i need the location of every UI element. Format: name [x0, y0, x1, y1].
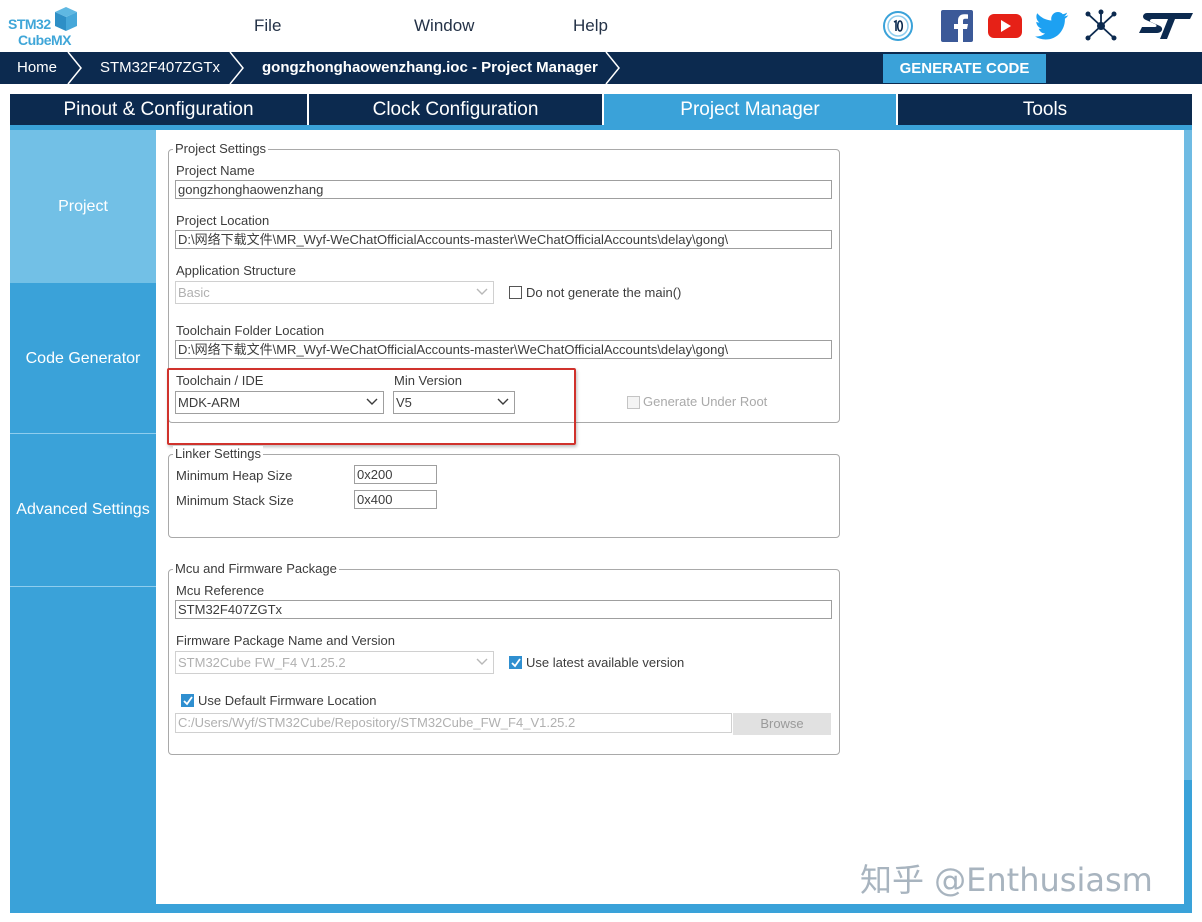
facebook-icon[interactable] — [940, 8, 974, 44]
project-name-label: Project Name — [176, 163, 255, 178]
no-main-checkbox[interactable] — [509, 286, 522, 299]
stack-size-label: Minimum Stack Size — [176, 493, 294, 508]
no-main-label: Do not generate the main() — [526, 285, 682, 300]
toolchain-folder-field[interactable]: D:\网络下载文件\MR_Wyf-WeChatOfficialAccounts-… — [175, 340, 832, 359]
tab-tools[interactable]: Tools — [898, 94, 1192, 125]
project-location-label: Project Location — [176, 213, 270, 228]
breadcrumb-project[interactable]: gongzhonghaowenzhang.ioc - Project Manag… — [262, 52, 598, 84]
network-icon[interactable] — [1083, 8, 1119, 44]
browse-button[interactable]: Browse — [733, 713, 831, 735]
highlight-annotation — [167, 368, 576, 445]
tab-clock-configuration[interactable]: Clock Configuration — [309, 94, 602, 125]
chevron-right-icon — [605, 52, 620, 84]
top-bar: STM32 CubeMX File Window Help — [0, 0, 1202, 52]
stm32cubemx-window: STM32 CubeMX File Window Help Home STM32… — [0, 0, 1202, 922]
chevron-down-icon — [476, 288, 488, 295]
check-icon — [183, 696, 193, 706]
use-default-location-checkbox[interactable] — [181, 694, 194, 707]
linker-settings-legend: Linker Settings — [173, 446, 263, 461]
breadcrumb-home[interactable]: Home — [17, 52, 57, 84]
firmware-package-select[interactable]: STM32Cube FW_F4 V1.25.2 — [175, 651, 494, 674]
stack-size-field[interactable]: 0x400 — [354, 490, 437, 509]
generate-code-button[interactable]: GENERATE CODE — [883, 54, 1046, 83]
sidebar: Project Code Generator Advanced Settings — [10, 130, 156, 904]
app-structure-value: Basic — [178, 285, 210, 300]
app-structure-select[interactable]: Basic — [175, 281, 494, 304]
generate-under-root-checkbox[interactable] — [627, 396, 640, 409]
anniversary-badge-icon[interactable] — [880, 8, 916, 44]
sidebar-item-advanced-settings[interactable]: Advanced Settings — [10, 434, 156, 586]
firmware-package-value: STM32Cube FW_F4 V1.25.2 — [178, 655, 346, 670]
chevron-down-icon — [476, 658, 488, 665]
tab-pinout-configuration[interactable]: Pinout & Configuration — [10, 94, 307, 125]
menu-file[interactable]: File — [254, 16, 281, 36]
chevron-right-icon — [67, 52, 82, 84]
firmware-package-label: Firmware Package Name and Version — [176, 633, 395, 648]
st-logo-icon[interactable] — [1134, 8, 1196, 44]
breadcrumb-mcu[interactable]: STM32F407ZGTx — [100, 52, 220, 84]
use-default-location-label: Use Default Firmware Location — [198, 693, 377, 708]
generate-under-root-label: Generate Under Root — [643, 394, 768, 409]
use-latest-checkbox[interactable] — [509, 656, 522, 669]
youtube-icon[interactable] — [987, 8, 1023, 44]
logo-line1: STM32 — [8, 16, 51, 32]
menu-help[interactable]: Help — [573, 16, 608, 36]
check-icon — [511, 658, 521, 668]
cube-icon — [55, 7, 77, 31]
twitter-icon[interactable] — [1034, 8, 1070, 44]
sidebar-divider — [10, 586, 156, 587]
mcu-reference-field[interactable]: STM32F407ZGTx — [175, 600, 832, 619]
heap-size-field[interactable]: 0x200 — [354, 465, 437, 484]
logo-line2: CubeMX — [18, 32, 72, 48]
app-structure-label: Application Structure — [176, 263, 296, 278]
project-name-field[interactable]: gongzhonghaowenzhang — [175, 180, 832, 199]
horizontal-scrollbar[interactable] — [10, 905, 968, 912]
project-settings-legend: Project Settings — [173, 141, 269, 156]
vertical-scrollbar[interactable] — [1184, 130, 1192, 780]
main-tabs: Pinout & Configuration Clock Configurati… — [10, 94, 1192, 125]
heap-size-label: Minimum Heap Size — [176, 468, 293, 483]
stm32cubemx-logo: STM32 CubeMX — [8, 6, 80, 48]
menu-window[interactable]: Window — [414, 16, 474, 36]
sidebar-item-project[interactable]: Project — [10, 130, 156, 283]
firmware-location-field[interactable]: C:/Users/Wyf/STM32Cube/Repository/STM32C… — [175, 713, 732, 733]
project-location-field[interactable]: D:\网络下载文件\MR_Wyf-WeChatOfficialAccounts-… — [175, 230, 832, 249]
sidebar-item-code-generator[interactable]: Code Generator — [10, 283, 156, 435]
tab-project-manager[interactable]: Project Manager — [604, 94, 896, 125]
toolchain-folder-label: Toolchain Folder Location — [176, 323, 325, 338]
mcu-firmware-legend: Mcu and Firmware Package — [173, 561, 339, 576]
mcu-reference-label: Mcu Reference — [176, 583, 265, 598]
chevron-right-icon — [229, 52, 244, 84]
use-latest-label: Use latest available version — [526, 655, 685, 670]
watermark: 知乎 @Enthusiasm — [860, 861, 1153, 899]
